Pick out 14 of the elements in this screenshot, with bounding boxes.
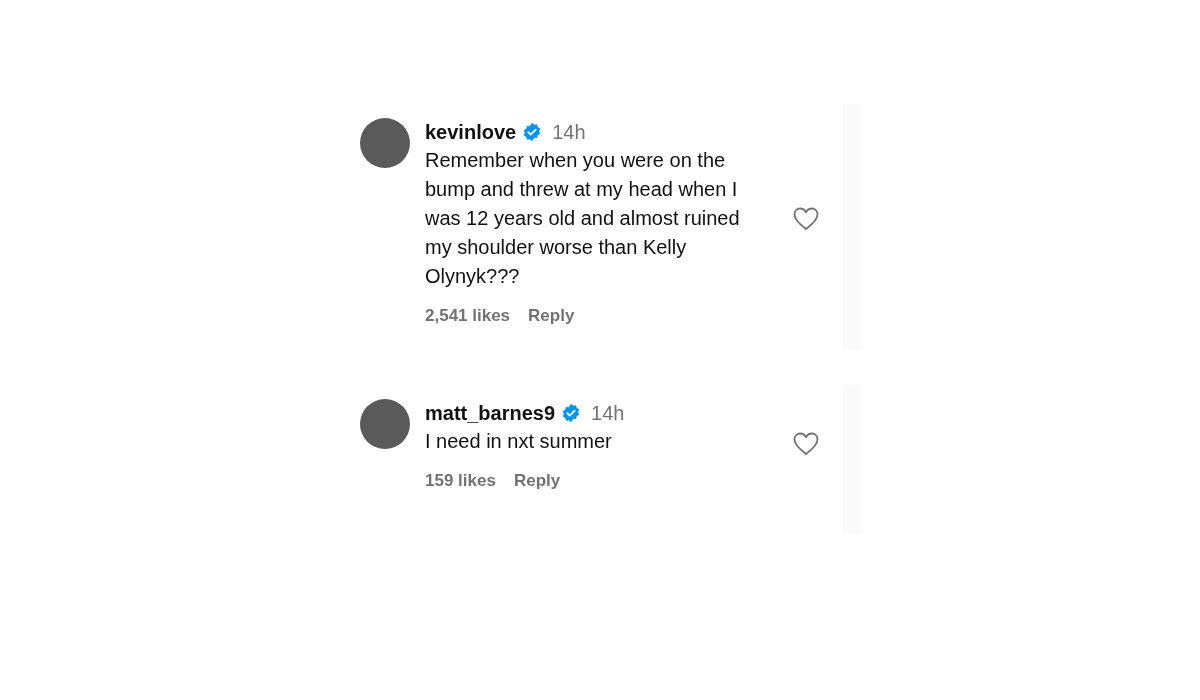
- heart-icon[interactable]: [793, 207, 819, 231]
- reply-button[interactable]: Reply: [513, 468, 561, 494]
- likes-count[interactable]: 2,541 likes: [425, 303, 511, 329]
- avatar[interactable]: [360, 399, 410, 449]
- timestamp: 14h: [591, 401, 625, 426]
- reply-button[interactable]: Reply: [528, 303, 575, 329]
- username[interactable]: matt_barnes9: [425, 398, 556, 428]
- likes-count[interactable]: 159 likes: [425, 468, 496, 494]
- timestamp: 14h: [552, 120, 586, 145]
- comment-text: Remember when you were on the bump and threw at my head when I was 12 years old and almost ruined my shoulder worse than Kelly Olynyk???: [425, 148, 741, 289]
- avatar[interactable]: [360, 118, 410, 168]
- comment-text: I need in nxt summer: [425, 429, 613, 454]
- heart-icon[interactable]: [793, 432, 819, 456]
- username[interactable]: kevinlove: [425, 117, 517, 147]
